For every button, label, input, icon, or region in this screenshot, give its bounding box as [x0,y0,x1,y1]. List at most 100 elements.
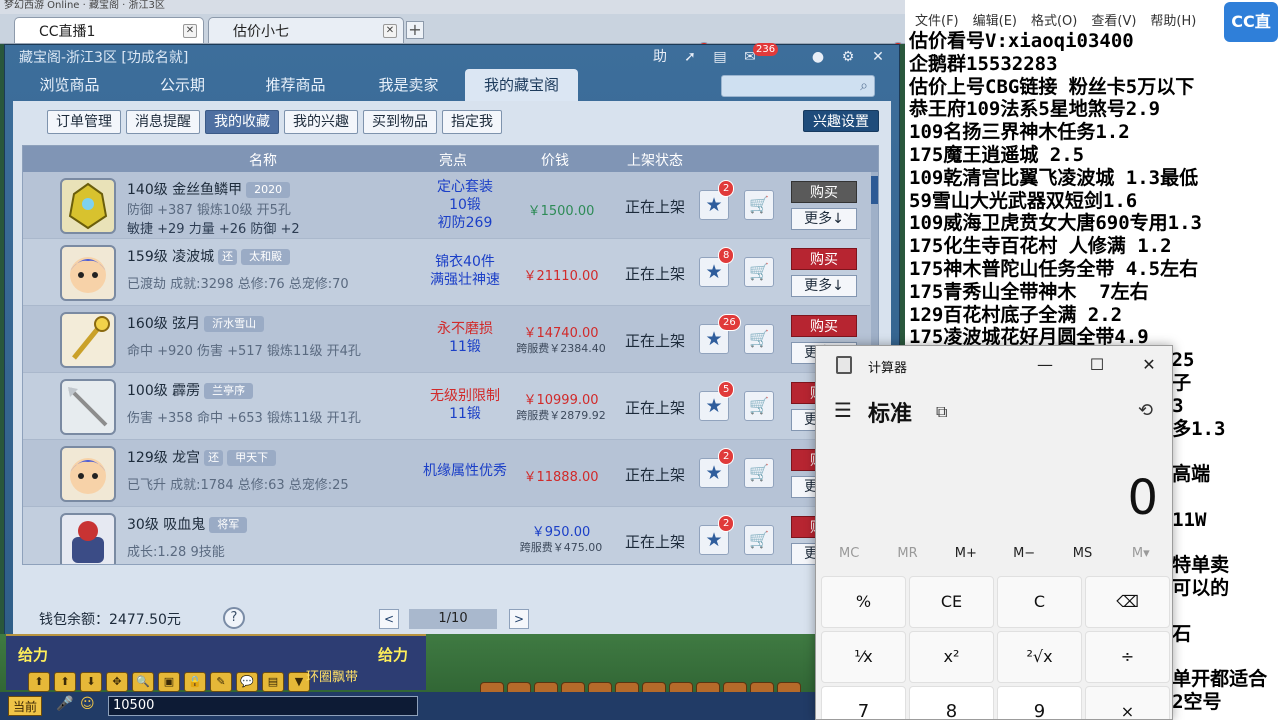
tab-recommend[interactable]: 推荐商品 [239,69,352,101]
reciprocal-button[interactable]: ¹⁄x [821,631,906,683]
table-row[interactable]: 159级 凌波城还太和殿 已渡劫 成就:3298 总修:76 总宠修:70 锦衣… [23,239,870,306]
buy-button[interactable]: 购买 [791,248,857,270]
keep-on-top-icon[interactable]: ⧉ [936,402,947,422]
message-icon[interactable]: ✉ 236 [739,43,779,67]
menu-edit[interactable]: 编辑(E) [973,10,1017,30]
table-row[interactable]: 30级 吸血鬼 将军 成长:1.28 9技能 ￥950.00 跨服费￥475.00… [23,507,870,564]
interest-settings-button[interactable]: 兴趣设置 [803,110,879,132]
tab-public[interactable]: 公示期 [126,69,239,101]
tab-browse[interactable]: 浏览商品 [13,69,126,101]
emoji-icon[interactable]: ☺ [80,696,95,712]
item-stats-extra: 敏捷 +29 力量 +26 防御 +2 [127,222,300,237]
hud-toolbar: ⬆ ⬆ ⬇ ✥ 🔍 ▣ 🔒 ✎ 💬 ▤ ▼ [28,672,310,692]
backspace-button[interactable]: ⌫ [1085,576,1170,628]
item-stats: 已飞升 成就:1784 总修:63 总宠修:25 [127,478,349,493]
cart-icon[interactable]: 🛒 [744,324,774,354]
subtab-favorites[interactable]: 我的收藏 [205,110,279,134]
share-icon[interactable]: ➚ [679,47,701,67]
favorite-count-badge: 2 [718,180,735,197]
memory-recall-button[interactable]: MR [878,546,936,561]
clear-button[interactable]: C [997,576,1082,628]
search-input[interactable]: ⌕ [721,75,875,97]
browser-tab-cc-live[interactable]: CC直播1 ✕ [14,17,711,56]
subtab-messages[interactable]: 消息提醒 [126,110,200,134]
hud-lock-icon[interactable]: 🔒 [184,672,206,692]
menu-file[interactable]: 文件(F) [915,10,959,30]
buy-button[interactable]: 购买 [791,315,857,337]
menu-help[interactable]: 帮助(H) [1150,10,1196,30]
memory-clear-button[interactable]: MC [820,546,878,561]
tab-my-cbg[interactable]: 我的藏宝阁 [465,69,578,101]
menu-icon[interactable]: ☰ [834,398,852,422]
hud-search-icon[interactable]: 🔍 [132,672,154,692]
table-row[interactable]: 140级 金丝鱼鳞甲 2020 防御 +387 锻炼10级 开5孔 敏捷 +29 … [23,172,870,239]
percent-button[interactable]: % [821,576,906,628]
clear-entry-button[interactable]: CE [909,576,994,628]
item-armor-icon [60,178,116,234]
hud-list-icon[interactable]: ▤ [262,672,284,692]
minimize-button[interactable]: — [1022,350,1068,380]
divide-button[interactable]: ÷ [1085,631,1170,683]
digit-9-button[interactable]: 9 [997,686,1082,719]
prev-page-button[interactable]: < [379,609,399,629]
hud-window-icon[interactable]: ▣ [158,672,180,692]
help-icon[interactable]: ? [223,607,245,629]
subtab-bought[interactable]: 买到物品 [363,110,437,134]
cart-icon[interactable]: 🛒 [744,525,774,555]
buy-button[interactable]: 购买 [791,181,857,203]
gear-icon[interactable]: ⚙ [837,47,859,67]
subtab-orders[interactable]: 订单管理 [47,110,121,134]
subtab-interests[interactable]: 我的兴趣 [284,110,358,134]
cart-icon[interactable]: 🛒 [744,257,774,287]
help-icon[interactable]: 助 [649,47,671,67]
history-icon[interactable]: ⟲ [1138,400,1153,421]
chat-input[interactable]: 10500 [108,696,418,716]
square-root-button[interactable]: ²√x [997,631,1082,683]
item-price: ￥11888.00 [523,470,599,485]
browser-tab-estimate[interactable]: 估价小七 ✕ [208,17,905,56]
multiply-button[interactable]: × [1085,686,1170,719]
close-tab-icon[interactable]: ✕ [183,23,197,38]
cross-server-fee: 跨服费￥475.00 [519,541,603,554]
digit-8-button[interactable]: 8 [909,686,994,719]
hud-up-icon[interactable]: ⬆ [28,672,50,692]
search-icon[interactable]: ⌕ [860,78,868,94]
maximize-button[interactable]: ☐ [1074,350,1120,380]
close-button[interactable]: ✕ [1126,350,1172,380]
close-tab-icon[interactable]: ✕ [383,23,397,38]
table-row[interactable]: 129级 龙宫还甲天下 已飞升 成就:1784 总修:63 总宠修:25 机缘属… [23,440,870,507]
box-icon[interactable]: ▤ [709,47,731,67]
scrollbar-thumb[interactable] [871,176,878,204]
tab-seller[interactable]: 我是卖家 [352,69,465,101]
new-tab-button[interactable]: + [406,21,424,39]
more-button[interactable]: 更多↓ [791,275,857,297]
memory-list-button[interactable]: M▾ [1112,546,1170,561]
item-price: ￥1500.00 [527,204,595,219]
channel-current-button[interactable]: 当前 [8,696,43,716]
subtab-designated[interactable]: 指定我 [442,110,502,134]
cart-icon[interactable]: 🛒 [744,391,774,421]
memory-store-button[interactable]: MS [1053,546,1111,561]
memory-subtract-button[interactable]: M− [995,546,1053,561]
hud-chat-icon[interactable]: 💬 [236,672,258,692]
item-title: 140级 金丝鱼鳞甲 2020 [127,179,291,199]
column-highlight: 亮点 [439,153,467,169]
memory-add-button[interactable]: M+ [937,546,995,561]
digit-7-button[interactable]: 7 [821,686,906,719]
microphone-icon[interactable]: 🎤 [56,696,73,712]
table-row[interactable]: 160级 弦月 沂水雪山 命中 +920 伤害 +517 锻炼11级 开4孔 永不… [23,306,870,373]
close-icon[interactable]: ✕ [867,47,889,67]
hud-down-icon[interactable]: ⬇ [80,672,102,692]
more-button[interactable]: 更多↓ [791,208,857,230]
hud-pen-icon[interactable]: ✎ [210,672,232,692]
cart-icon[interactable]: 🛒 [744,190,774,220]
minimize-icon[interactable]: ● [807,47,829,67]
hud-move-icon[interactable]: ✥ [106,672,128,692]
table-row[interactable]: 100级 霹雳 兰亭序 伤害 +358 命中 +653 锻炼11级 开1孔 无级别… [23,373,870,440]
square-button[interactable]: x² [909,631,994,683]
menu-format[interactable]: 格式(O) [1031,10,1077,30]
menu-view[interactable]: 查看(V) [1091,10,1136,30]
cart-icon[interactable]: 🛒 [744,458,774,488]
next-page-button[interactable]: > [509,609,529,629]
hud-up-icon[interactable]: ⬆ [54,672,76,692]
